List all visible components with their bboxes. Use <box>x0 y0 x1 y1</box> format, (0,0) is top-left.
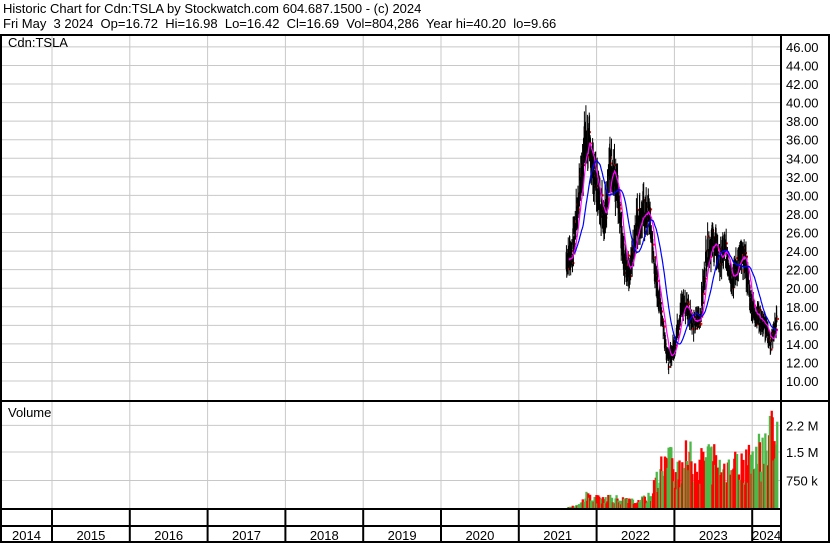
year-label: 2017 <box>232 528 261 543</box>
year-label: 2020 <box>465 528 494 543</box>
price-tick-label: 18.00 <box>786 300 819 315</box>
price-tick-label: 40.00 <box>786 96 819 111</box>
close-tick <box>777 317 779 320</box>
price-volume-chart: 10.00 12.00 14.00 16.00 18.00 20.00 22.00 24.00… <box>0 34 830 543</box>
price-tick-label: 46.00 <box>786 40 819 55</box>
price-tick-label: 12.00 <box>786 355 819 370</box>
close-tick <box>700 322 703 325</box>
volume-tick-label: 2.2 M <box>786 418 819 433</box>
chart-window: Historic Chart for Cdn:TSLA by Stockwatc… <box>0 0 830 543</box>
price-tick-label: 16.00 <box>786 318 819 333</box>
volume-tick-label: 1.5 M <box>786 445 819 460</box>
price-tick-label: 30.00 <box>786 188 819 203</box>
year-label: 2014 <box>12 528 41 543</box>
price-tick-label: 22.00 <box>786 263 819 278</box>
year-label: 2018 <box>310 528 339 543</box>
price-tick-label: 26.00 <box>786 226 819 241</box>
year-label: 2016 <box>154 528 183 543</box>
price-tick-label: 24.00 <box>786 244 819 259</box>
price-tick-label: 14.00 <box>786 337 819 352</box>
price-panel-label: Cdn:TSLA <box>8 35 68 50</box>
price-tick-label: 34.00 <box>786 151 819 166</box>
price-tick-label: 42.00 <box>786 77 819 92</box>
year-label: 2015 <box>76 528 105 543</box>
price-tick-label: 20.00 <box>786 281 819 296</box>
close-tick <box>703 292 706 295</box>
volume-tick-label: 750 k <box>786 474 818 489</box>
price-tick-label: 44.00 <box>786 58 819 73</box>
price-tick-label: 32.00 <box>786 170 819 185</box>
price-tick-label: 10.00 <box>786 374 819 389</box>
year-label: 2022 <box>621 528 650 543</box>
price-tick-label: 38.00 <box>786 114 819 129</box>
price-tick-label: 28.00 <box>786 207 819 222</box>
year-label: 2019 <box>388 528 417 543</box>
price-tick-label: 36.00 <box>786 133 819 148</box>
year-label: 2021 <box>543 528 572 543</box>
volume-panel-label: Volume <box>8 405 51 420</box>
year-label: 2024 <box>752 528 781 543</box>
volume-bar <box>776 421 779 509</box>
year-label: 2023 <box>699 528 728 543</box>
